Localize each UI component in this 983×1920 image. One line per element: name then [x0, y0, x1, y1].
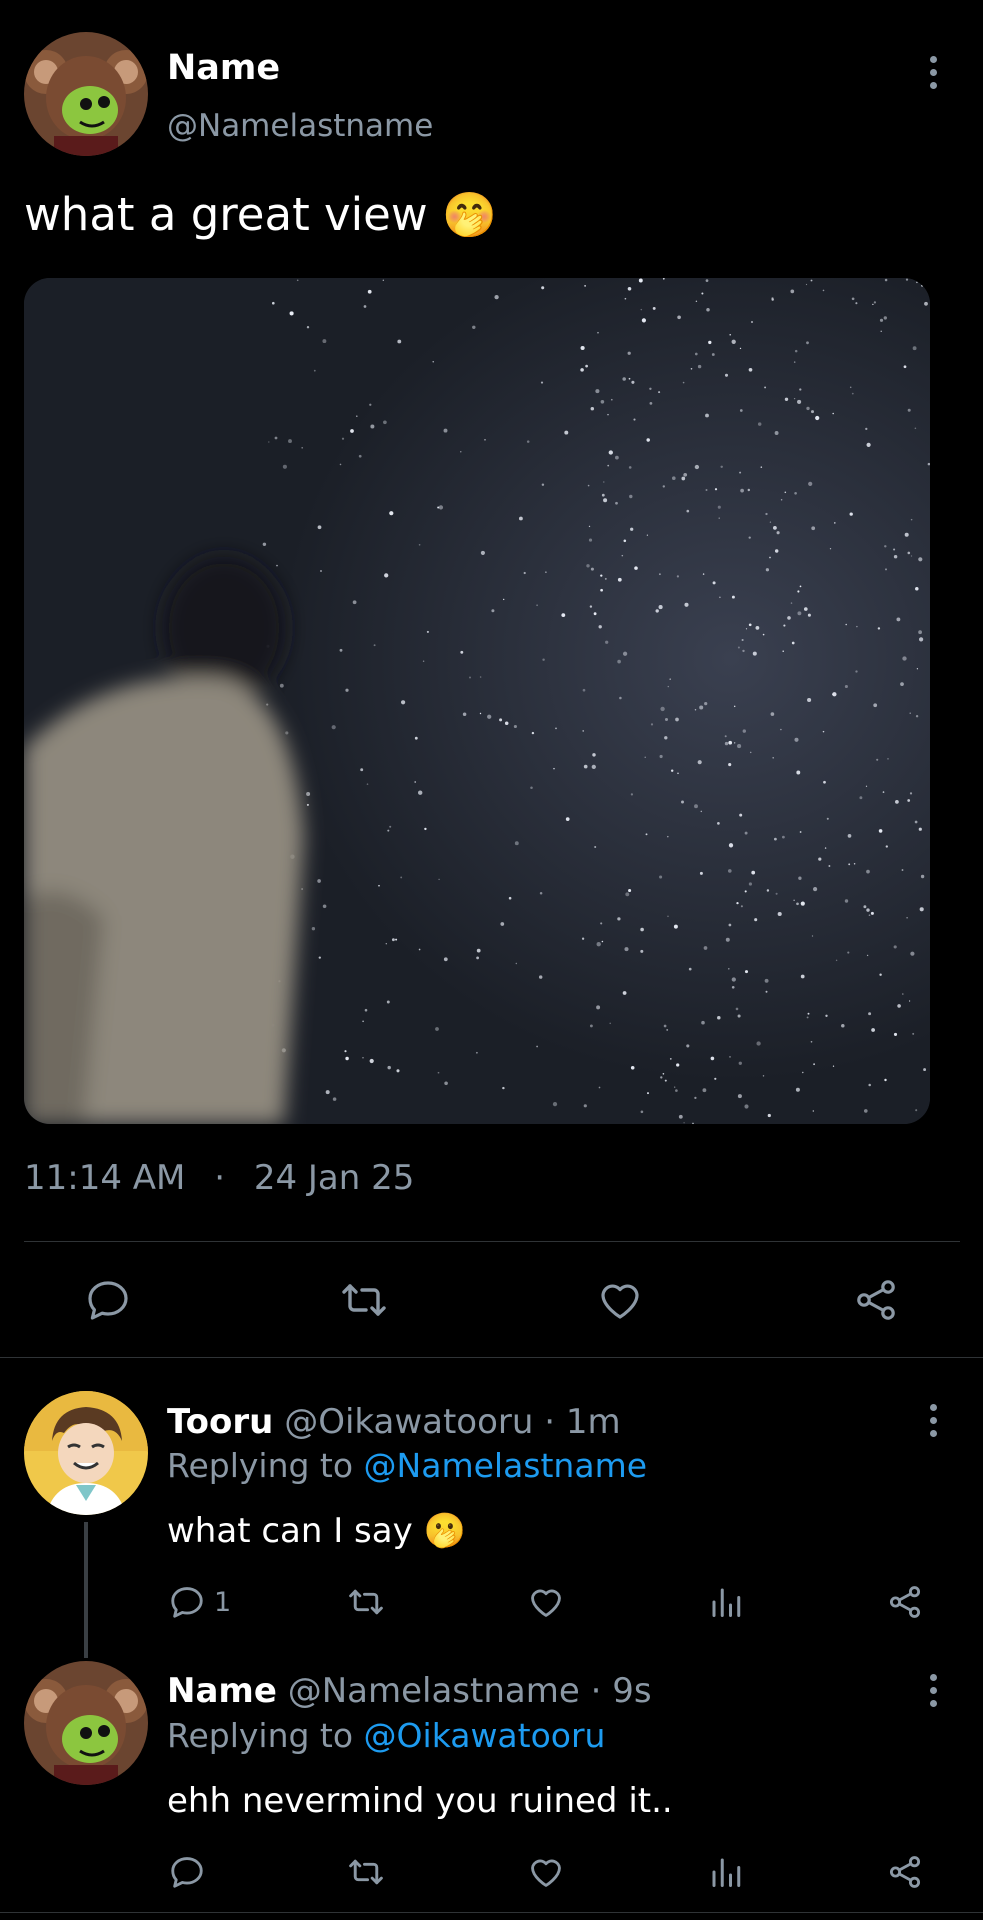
reply-icon: [171, 1857, 203, 1888]
tweet-date: 24 Jan 25: [253, 1158, 415, 1198]
views-icon: [712, 1588, 741, 1617]
reply-text-body: what can I say: [167, 1511, 413, 1551]
views-button[interactable]: [708, 1583, 744, 1621]
retweet-icon: [342, 1284, 386, 1316]
share-button[interactable]: [886, 1853, 924, 1891]
timestamp-separator: ·: [214, 1158, 226, 1198]
reply-avatar[interactable]: [24, 1661, 148, 1785]
share-button[interactable]: [886, 1583, 924, 1621]
night-sky-image: [24, 278, 930, 1124]
reply-header: Name @Namelastname · 9s: [167, 1671, 652, 1711]
views-icon: [712, 1858, 741, 1887]
reply-button[interactable]: [168, 1853, 206, 1891]
replying-to: Replying to @Oikawatooru: [167, 1716, 605, 1755]
reply-count: 1: [214, 1586, 232, 1618]
like-icon: [531, 1589, 561, 1617]
tweet-emoji: 🤭: [441, 190, 497, 241]
like-button[interactable]: [596, 1276, 644, 1324]
reply-age: · 1m: [544, 1402, 621, 1442]
share-icon: [889, 1586, 921, 1618]
author-handle[interactable]: @Namelastname: [167, 108, 433, 144]
reply-more-button[interactable]: [928, 1404, 938, 1437]
replying-prefix: Replying to: [167, 1716, 354, 1755]
reply-emoji: 🫢: [423, 1511, 466, 1551]
like-button[interactable]: [527, 1853, 565, 1891]
tweet-text: what a great view 🤭: [24, 188, 497, 241]
reply-author-name[interactable]: Tooru: [167, 1402, 273, 1442]
reply-text: ehh nevermind you ruined it..: [167, 1781, 673, 1821]
like-icon: [601, 1284, 639, 1319]
tweet-photo[interactable]: [24, 278, 930, 1124]
reply-more-button[interactable]: [928, 1674, 938, 1707]
replying-to-handle[interactable]: @Oikawatooru: [364, 1716, 606, 1755]
share-button[interactable]: [852, 1276, 900, 1324]
thread-line: [84, 1522, 88, 1658]
more-vertical-icon: [929, 1674, 937, 1681]
reply-button[interactable]: [84, 1276, 132, 1324]
reply-avatar[interactable]: [24, 1391, 148, 1515]
more-vertical-icon: [929, 56, 937, 63]
divider: [0, 1912, 983, 1913]
reply-author-handle[interactable]: @Namelastname: [288, 1671, 580, 1711]
more-vertical-icon: [929, 1404, 937, 1411]
share-icon: [857, 1280, 895, 1320]
author-name[interactable]: Name: [167, 48, 280, 88]
reply-author-handle[interactable]: @Oikawatooru: [284, 1402, 533, 1442]
reply-header: Tooru @Oikawatooru · 1m: [167, 1402, 621, 1442]
tweet-time: 11:14 AM: [24, 1158, 186, 1198]
author-avatar[interactable]: [24, 32, 148, 156]
retweet-button[interactable]: [346, 1583, 386, 1621]
reply-age: · 9s: [590, 1671, 652, 1711]
reply-text: what can I say 🫢: [167, 1511, 466, 1551]
views-button[interactable]: [708, 1853, 744, 1891]
tweet-timestamp: 11:14 AM · 24 Jan 25: [24, 1158, 414, 1198]
share-icon: [889, 1856, 921, 1888]
like-icon: [531, 1859, 561, 1887]
divider: [0, 1357, 983, 1358]
reply-button[interactable]: 1: [168, 1583, 231, 1621]
avatar-image: [24, 1391, 148, 1515]
tweet-text-body: what a great view: [24, 188, 428, 241]
avatar-image: [24, 1661, 148, 1785]
retweet-button[interactable]: [338, 1276, 390, 1324]
replying-prefix: Replying to: [167, 1446, 354, 1485]
like-button[interactable]: [527, 1583, 565, 1621]
retweet-button[interactable]: [346, 1853, 386, 1891]
replying-to: Replying to @Namelastname: [167, 1446, 647, 1485]
more-options-button[interactable]: [928, 56, 938, 89]
retweet-icon: [349, 1589, 383, 1615]
reply-icon: [88, 1281, 128, 1320]
reply-author-name[interactable]: Name: [167, 1671, 277, 1711]
reply-icon: [171, 1587, 203, 1618]
retweet-icon: [349, 1859, 383, 1885]
avatar-image: [24, 32, 148, 156]
replying-to-handle[interactable]: @Namelastname: [364, 1446, 647, 1485]
divider: [24, 1241, 960, 1242]
